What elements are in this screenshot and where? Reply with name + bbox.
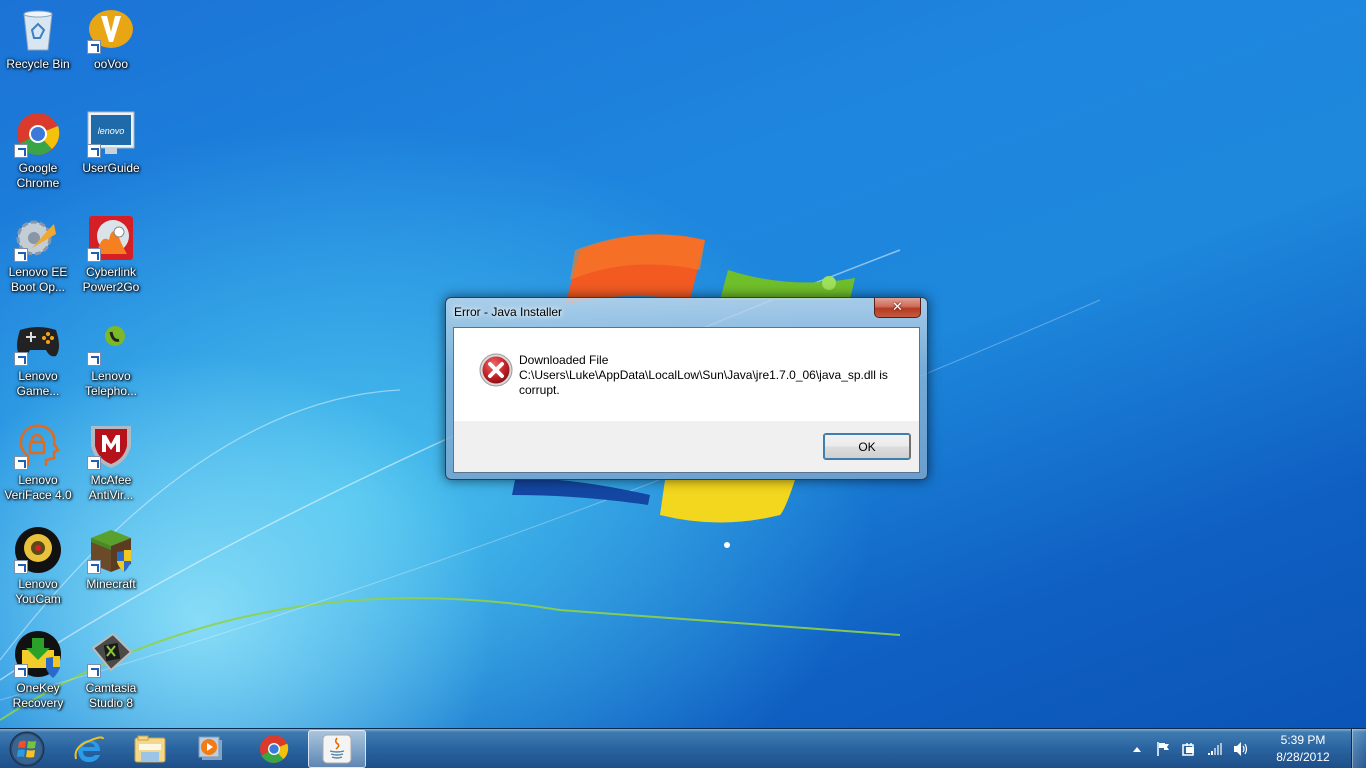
power-button[interactable]: [1178, 739, 1200, 759]
mcafee-icon: [87, 422, 135, 470]
folder-icon: [134, 735, 166, 763]
shortcut-arrow-icon: [14, 144, 28, 158]
shortcut-arrow-icon: [87, 664, 101, 678]
shortcut-arrow-icon: [87, 560, 101, 574]
shortcut-arrow-icon: [87, 248, 101, 262]
shortcut-arrow-icon: [87, 352, 101, 366]
minecraft-icon: [87, 526, 135, 574]
desktop-icon-label: Lenovo Telepho...: [84, 369, 138, 398]
desktop-icon-label: Cyberlink Power2Go: [82, 265, 140, 294]
taskbar-internet-explorer[interactable]: [60, 730, 118, 768]
show-hidden-icons-button[interactable]: [1126, 739, 1148, 759]
media-player-icon: [198, 736, 222, 760]
volume-button[interactable]: [1230, 739, 1252, 759]
taskbar: 5:39 PM 8/28/2012: [0, 728, 1366, 768]
desktop-icon-label: Lenovo EE Boot Op...: [8, 265, 68, 294]
error-icon: [479, 353, 513, 387]
volume-icon: [1234, 742, 1248, 756]
shortcut-arrow-icon: [87, 144, 101, 158]
shortcut-arrow-icon: [14, 456, 28, 470]
desktop-icon-camtasia[interactable]: Camtasia Studio 8: [73, 626, 149, 726]
clock[interactable]: 5:39 PM 8/28/2012: [1268, 732, 1338, 766]
desktop-icon-label: UserGuide: [82, 161, 140, 175]
desktop-icon-label: Camtasia Studio 8: [85, 681, 137, 710]
chrome-icon: [14, 110, 62, 158]
veriface-icon: [14, 422, 62, 470]
desktop-icon-label: Lenovo VeriFace 4.0: [4, 473, 72, 502]
desktop-icon-lenovo-ee-boot[interactable]: Lenovo EE Boot Op...: [0, 210, 76, 310]
windows-start-icon: [9, 731, 45, 767]
desktop-icon-lenovo-youcam[interactable]: Lenovo YouCam: [0, 522, 76, 622]
shortcut-arrow-icon: [14, 248, 28, 262]
show-hidden-icons-icon: [1133, 747, 1141, 752]
lenovo-ee-boot-icon: [14, 214, 62, 262]
desktop-icon-label: Google Chrome: [16, 161, 60, 190]
desktop-icon-lenovo-telephony[interactable]: Lenovo Telepho...: [73, 314, 149, 414]
power-plug-icon: [1182, 743, 1194, 756]
desktop-icon-lenovo-veriface[interactable]: Lenovo VeriFace 4.0: [0, 418, 76, 518]
message-line: C:\Users\Luke\AppData\LocalLow\Sun\Java\…: [519, 368, 888, 382]
dialog-body: Downloaded File C:\Users\Luke\AppData\Lo…: [453, 327, 920, 473]
desktop-icon-label: Lenovo Game...: [16, 369, 60, 398]
error-message: Downloaded File C:\Users\Luke\AppData\Lo…: [519, 353, 909, 398]
dialog-footer: OK: [454, 421, 919, 472]
desktop-icon-google-chrome[interactable]: Google Chrome: [0, 106, 76, 206]
desktop-icon-oovoo[interactable]: ooVoo: [73, 2, 149, 102]
dialog-title: Error - Java Installer: [454, 305, 563, 319]
camtasia-icon: [87, 630, 135, 678]
desktop-icon-recycle-bin[interactable]: Recycle Bin: [0, 2, 76, 102]
java-icon: [322, 734, 352, 764]
recycle-bin-icon: [14, 6, 62, 54]
internet-explorer-icon: [74, 736, 104, 762]
telephone-icon: [87, 318, 135, 366]
gamepad-icon: [14, 318, 62, 366]
shortcut-arrow-icon: [14, 664, 28, 678]
start-button[interactable]: [4, 729, 50, 768]
shortcut-arrow-icon: [87, 456, 101, 470]
onekey-recovery-icon: [14, 630, 62, 678]
desktop-icon-label: OneKey Recovery: [12, 681, 64, 710]
desktop-icon-onekey-recovery[interactable]: OneKey Recovery: [0, 626, 76, 726]
taskbar-media-player[interactable]: [182, 730, 240, 768]
action-center-flag-icon: [1157, 742, 1169, 756]
clock-date: 8/28/2012: [1276, 750, 1330, 764]
svg-text:lenovo: lenovo: [98, 126, 125, 136]
error-dialog: Error - Java Installer ✕ Downloaded File…: [445, 297, 928, 480]
network-button[interactable]: [1204, 739, 1226, 759]
desktop-icon-label: ooVoo: [93, 57, 129, 71]
desktop-icon-label: Minecraft: [86, 577, 136, 591]
cyberlink-power2go-icon: [87, 214, 135, 262]
taskbar-windows-explorer[interactable]: [121, 730, 179, 768]
desktop-icon-userguide[interactable]: lenovo UserGuide: [73, 106, 149, 206]
oovoo-icon: [87, 6, 135, 54]
desktop-icon-label: Lenovo YouCam: [15, 577, 61, 606]
chrome-icon: [260, 735, 289, 763]
close-icon: ✕: [892, 300, 903, 315]
network-signal-icon: [1208, 743, 1222, 755]
show-desktop-button[interactable]: [1351, 729, 1366, 768]
message-line: Downloaded File: [519, 353, 609, 367]
message-line: corrupt.: [519, 383, 560, 397]
desktop-icon-cyberlink-power2go[interactable]: Cyberlink Power2Go: [73, 210, 149, 310]
taskbar-java-installer[interactable]: [308, 730, 366, 768]
desktop-icon-lenovo-game[interactable]: Lenovo Game...: [0, 314, 76, 414]
desktop: Recycle Bin ooVoo Google Chrome lenovo U…: [0, 0, 1366, 728]
taskbar-google-chrome[interactable]: [245, 730, 303, 768]
shortcut-arrow-icon: [14, 560, 28, 574]
shortcut-arrow-icon: [14, 352, 28, 366]
desktop-icon-label: Recycle Bin: [6, 57, 70, 71]
shortcut-arrow-icon: [87, 40, 101, 54]
system-tray: 5:39 PM 8/28/2012: [1124, 729, 1338, 768]
desktop-icon-minecraft[interactable]: Minecraft: [73, 522, 149, 622]
ok-button[interactable]: OK: [823, 433, 911, 460]
close-button[interactable]: ✕: [874, 298, 921, 318]
lenovo-userguide-icon: lenovo: [87, 110, 135, 158]
clock-time: 5:39 PM: [1280, 733, 1326, 747]
webcam-icon: [14, 526, 62, 574]
action-center-button[interactable]: [1152, 739, 1174, 759]
desktop-icon-mcafee[interactable]: McAfee AntiVir...: [73, 418, 149, 518]
desktop-icon-label: McAfee AntiVir...: [88, 473, 134, 502]
